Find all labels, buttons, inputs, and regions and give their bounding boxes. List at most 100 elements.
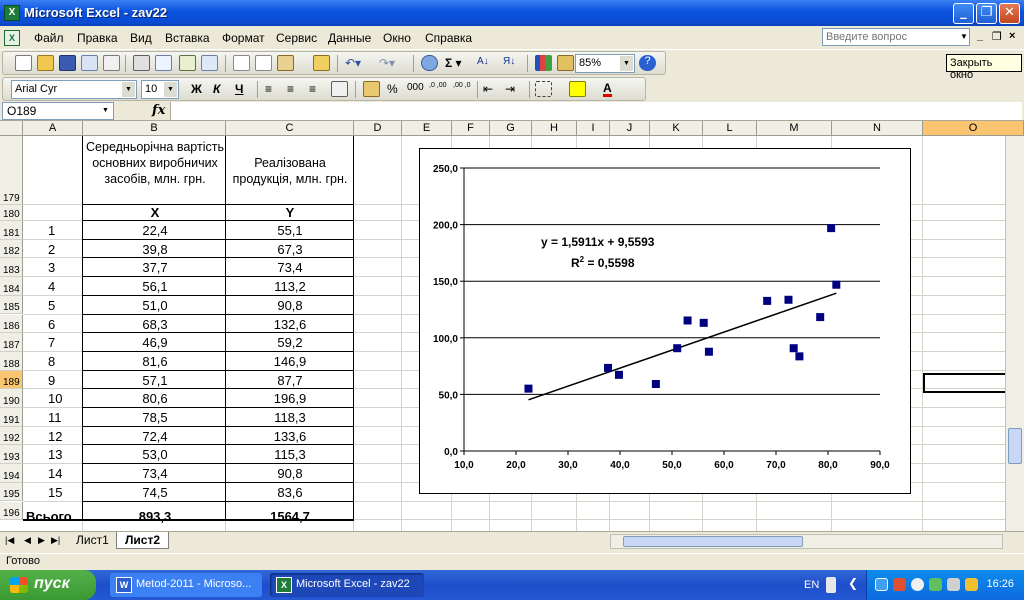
align-left-icon[interactable]: ≡ bbox=[265, 82, 272, 96]
drawing-icon[interactable] bbox=[557, 55, 574, 71]
hyperlink-icon[interactable] bbox=[421, 55, 438, 71]
column-header-j[interactable]: J bbox=[610, 121, 650, 136]
column-header-h[interactable]: H bbox=[532, 121, 577, 136]
help-dropdown-icon[interactable]: ▼ bbox=[958, 29, 970, 45]
column-header-k[interactable]: K bbox=[650, 121, 703, 136]
menu-window[interactable]: Окно bbox=[383, 31, 411, 45]
monitor-icon[interactable] bbox=[929, 578, 942, 591]
worksheet-grid[interactable]: ABCDEFGHIJKLMNO 179 180 181 182 183 184 185 186… bbox=[0, 121, 1024, 531]
network-icon[interactable] bbox=[875, 578, 888, 591]
column-header-g[interactable]: G bbox=[490, 121, 532, 136]
column-header-f[interactable]: F bbox=[452, 121, 490, 136]
italic-button[interactable]: К bbox=[213, 82, 220, 96]
align-center-icon[interactable]: ≡ bbox=[287, 82, 294, 96]
research-icon[interactable] bbox=[201, 55, 218, 71]
column-header-n[interactable]: N bbox=[832, 121, 923, 136]
undo-icon[interactable]: ↶▾ bbox=[345, 56, 361, 70]
language-bar-icon[interactable] bbox=[826, 577, 836, 593]
help-icon[interactable]: ? bbox=[639, 55, 656, 71]
row-header-179[interactable]: 179 bbox=[0, 136, 23, 205]
horizontal-scrollbar[interactable] bbox=[610, 534, 1003, 549]
workbook-icon[interactable]: X bbox=[4, 30, 20, 46]
row-header-185[interactable]: 185 bbox=[0, 295, 23, 315]
row-header-194[interactable]: 194 bbox=[0, 464, 23, 483]
bluetooth-icon[interactable] bbox=[911, 578, 924, 591]
currency-icon[interactable] bbox=[363, 81, 380, 97]
column-header-e[interactable]: E bbox=[402, 121, 452, 136]
row-header-188[interactable]: 188 bbox=[0, 351, 23, 371]
print-icon[interactable] bbox=[133, 55, 150, 71]
doc-restore-button[interactable]: ❐ bbox=[992, 30, 1002, 43]
copy-icon[interactable] bbox=[255, 55, 272, 71]
underline-button[interactable]: Ч bbox=[235, 82, 243, 96]
decrease-decimal-button[interactable]: ,00 ,0 bbox=[453, 82, 475, 90]
paste-icon[interactable] bbox=[277, 55, 294, 71]
tray-expand-icon[interactable]: ❮ bbox=[848, 576, 858, 590]
bold-button[interactable]: Ж bbox=[191, 82, 202, 96]
save-icon[interactable] bbox=[59, 55, 76, 71]
row-header-190[interactable]: 190 bbox=[0, 389, 23, 408]
select-all-corner[interactable] bbox=[0, 121, 23, 136]
autosum-icon[interactable]: Σ ▾ bbox=[445, 56, 462, 70]
font-color-icon[interactable]: A bbox=[603, 82, 612, 97]
borders-icon[interactable] bbox=[535, 81, 552, 97]
font-size-select[interactable]: 10 ▼ bbox=[141, 80, 179, 99]
menu-insert[interactable]: Вставка bbox=[165, 31, 210, 45]
doc-close-button[interactable]: × bbox=[1009, 30, 1015, 42]
increase-indent-icon[interactable]: ⇥ bbox=[505, 82, 515, 96]
sheet-tab-2[interactable]: Лист2 bbox=[116, 532, 170, 549]
spelling-icon[interactable] bbox=[179, 55, 196, 71]
row-header-182[interactable]: 182 bbox=[0, 239, 23, 259]
menu-data[interactable]: Данные bbox=[328, 31, 371, 45]
updates-icon[interactable] bbox=[965, 578, 978, 591]
menu-edit[interactable]: Правка bbox=[77, 31, 118, 45]
fill-color-icon[interactable] bbox=[569, 81, 586, 97]
row-header-186[interactable]: 186 bbox=[0, 314, 23, 334]
taskbar-word-button[interactable]: W Metod-2011 - Microso... bbox=[110, 573, 262, 597]
thousands-button[interactable]: 000 bbox=[407, 82, 424, 93]
chart-wizard-icon[interactable] bbox=[535, 55, 552, 71]
security-icon[interactable] bbox=[893, 578, 906, 591]
column-header-d[interactable]: D bbox=[354, 121, 402, 136]
row-header-184[interactable]: 184 bbox=[0, 277, 23, 296]
language-indicator[interactable]: EN bbox=[804, 579, 819, 591]
sheet-tab-1[interactable]: Лист1 bbox=[68, 532, 117, 549]
column-header-c[interactable]: C bbox=[226, 121, 354, 136]
vertical-scroll-thumb[interactable] bbox=[1008, 428, 1022, 464]
permission-icon[interactable] bbox=[81, 55, 98, 71]
maximize-button[interactable]: ❐ bbox=[976, 3, 997, 24]
column-header-o[interactable]: O bbox=[923, 121, 1024, 136]
next-sheet-icon[interactable]: ▶ bbox=[38, 535, 45, 546]
increase-decimal-button[interactable]: ,0 ,00 bbox=[429, 82, 451, 90]
percent-button[interactable]: % bbox=[387, 82, 398, 96]
row-header-191[interactable]: 191 bbox=[0, 408, 23, 427]
row-header-189[interactable]: 189 bbox=[0, 370, 23, 390]
new-icon[interactable] bbox=[15, 55, 32, 71]
minimize-button[interactable]: _ bbox=[953, 3, 974, 24]
horizontal-scroll-thumb[interactable] bbox=[623, 536, 803, 547]
print-preview-icon[interactable] bbox=[155, 55, 172, 71]
menu-view[interactable]: Вид bbox=[130, 31, 152, 45]
close-button[interactable]: ✕ bbox=[999, 3, 1020, 24]
help-search-input[interactable] bbox=[822, 28, 970, 46]
prev-sheet-icon[interactable]: ◀ bbox=[24, 535, 31, 546]
row-header-181[interactable]: 181 bbox=[0, 221, 23, 240]
scatter-chart[interactable]: 0,0 50,0 100,0 150,0 200,0 250,0 10,0 20,0 30,0 4… bbox=[419, 148, 911, 494]
merge-center-icon[interactable] bbox=[331, 81, 348, 97]
row-header-196[interactable]: 196 bbox=[0, 501, 23, 521]
taskbar-excel-button[interactable]: X Microsoft Excel - zav22 bbox=[270, 573, 424, 597]
redo-icon[interactable]: ↷▾ bbox=[379, 56, 395, 70]
decrease-indent-icon[interactable]: ⇤ bbox=[483, 82, 493, 96]
align-right-icon[interactable]: ≡ bbox=[309, 82, 316, 96]
column-header-a[interactable]: A bbox=[23, 121, 83, 136]
row-header-183[interactable]: 183 bbox=[0, 258, 23, 278]
column-header-b[interactable]: B bbox=[83, 121, 226, 136]
row-header-187[interactable]: 187 bbox=[0, 333, 23, 352]
first-sheet-icon[interactable]: |◀ bbox=[5, 535, 14, 546]
last-sheet-icon[interactable]: ▶| bbox=[51, 535, 60, 546]
row-header-195[interactable]: 195 bbox=[0, 482, 23, 502]
column-header-i[interactable]: I bbox=[577, 121, 610, 136]
menu-help[interactable]: Справка bbox=[425, 31, 472, 45]
format-painter-icon[interactable] bbox=[313, 55, 330, 71]
row-header-180[interactable]: 180 bbox=[0, 205, 23, 221]
